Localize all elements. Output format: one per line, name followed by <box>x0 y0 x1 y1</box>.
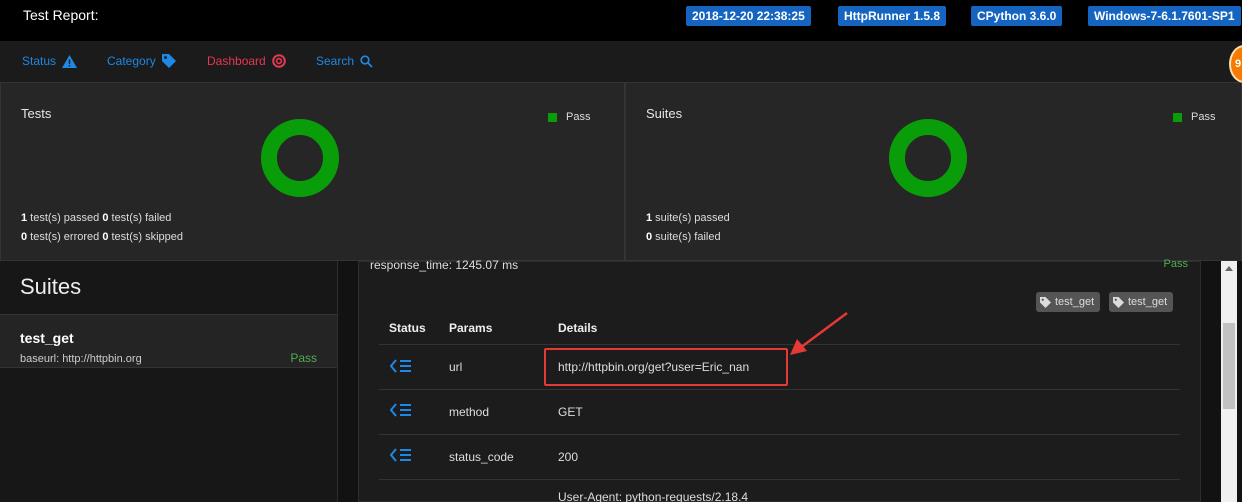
param-name: status_code <box>449 450 514 464</box>
tests-legend-label: Pass <box>566 111 591 123</box>
param-value: 200 <box>558 450 579 464</box>
annotation-arrow <box>790 311 848 355</box>
row-divider <box>379 434 1180 435</box>
column-header-status: Status <box>389 321 426 335</box>
dashboard-gauge-icon <box>271 54 286 68</box>
step-status-icon <box>390 359 411 373</box>
suites-passed-text: 1 suite(s) passed <box>646 212 730 224</box>
tag-chip[interactable]: test_get <box>1109 292 1174 312</box>
search-icon <box>360 54 373 68</box>
scrollbar-thumb[interactable] <box>1223 323 1235 409</box>
tests-legend: Pass <box>548 111 590 123</box>
tag-label: test_get <box>1055 296 1095 308</box>
annotation-highlight-box <box>544 348 788 386</box>
nav-dashboard[interactable]: Dashboard <box>207 54 286 68</box>
response-time: response_time: 1245.07 ms <box>370 258 519 272</box>
tests-passed-failed-text: 1 test(s) passed 0 test(s) failed <box>21 212 172 224</box>
suite-status: Pass <box>290 351 317 365</box>
param-name: method <box>449 405 490 419</box>
platform-badge: Windows-7-6.1.7601-SP1 <box>1088 6 1241 26</box>
suites-donut-chart[interactable] <box>887 117 969 199</box>
httprunner-version-badge: HttpRunner 1.5.8 <box>838 6 947 26</box>
nav-status-label: Status <box>22 54 57 68</box>
suite-item-test-get[interactable]: test_get baseurl: http://httpbin.org Pas… <box>0 314 337 368</box>
suites-panel-title: Suites <box>646 106 683 121</box>
nav-search-label: Search <box>316 54 355 68</box>
tests-donut-chart[interactable] <box>259 117 341 199</box>
param-name: url <box>449 360 463 374</box>
suites-failed-text: 0 suite(s) failed <box>646 231 721 243</box>
step-status-icon <box>390 448 411 462</box>
suites-summary-panel: Suites Pass 1 suite(s) passed 0 suite(s)… <box>625 82 1242 261</box>
report-title: Test Report: <box>23 7 99 23</box>
nav-category-label: Category <box>107 54 156 68</box>
pass-legend-swatch <box>548 112 557 122</box>
scroll-up-arrow-icon[interactable] <box>1225 266 1233 271</box>
row-divider <box>379 389 1180 390</box>
tag-chip[interactable]: test_get <box>1036 292 1101 312</box>
tag-icon <box>1113 296 1124 308</box>
nav-bar: Status Category Dashboard Search <box>0 41 1242 82</box>
column-header-details: Details <box>558 321 598 335</box>
suites-legend: Pass <box>1173 111 1215 123</box>
tag-label: test_get <box>1128 296 1168 308</box>
nav-category[interactable]: Category <box>107 54 176 68</box>
tests-summary-panel: Tests Pass 1 test(s) passed 0 test(s) fa… <box>0 82 625 261</box>
param-value: GET <box>558 405 583 419</box>
column-header-params: Params <box>449 321 493 335</box>
pass-legend-swatch <box>1173 112 1182 122</box>
warning-icon <box>62 54 78 68</box>
nav-search[interactable]: Search <box>316 54 373 68</box>
test-detail-panel: response_time: 1245.07 ms Pass test_get … <box>358 258 1201 502</box>
suites-sidebar: Suites test_get baseurl: http://httpbin.… <box>0 261 338 502</box>
vertical-scrollbar[interactable] <box>1221 261 1237 502</box>
python-version-badge: CPython 3.6.0 <box>971 6 1063 26</box>
tests-panel-title: Tests <box>21 106 52 121</box>
top-bar: Test Report: 2018-12-20 22:38:25 HttpRun… <box>0 0 1242 41</box>
suites-legend-label: Pass <box>1191 111 1216 123</box>
suites-heading: Suites <box>20 274 82 299</box>
detail-status: Pass <box>1163 258 1188 270</box>
row-divider <box>379 479 1180 480</box>
param-value: User-Agent: python-requests/2.18.4 <box>558 490 749 502</box>
tests-errored-skipped-text: 0 test(s) errored 0 test(s) skipped <box>21 231 184 243</box>
step-status-icon <box>390 403 411 417</box>
nav-dashboard-label: Dashboard <box>207 54 266 68</box>
suite-name: test_get <box>20 330 74 346</box>
suite-baseurl: baseurl: http://httpbin.org <box>20 353 142 365</box>
tag-icon <box>1040 296 1051 308</box>
nav-status[interactable]: Status <box>22 54 78 68</box>
tag-icon <box>161 54 176 68</box>
timestamp-badge: 2018-12-20 22:38:25 <box>686 6 811 26</box>
